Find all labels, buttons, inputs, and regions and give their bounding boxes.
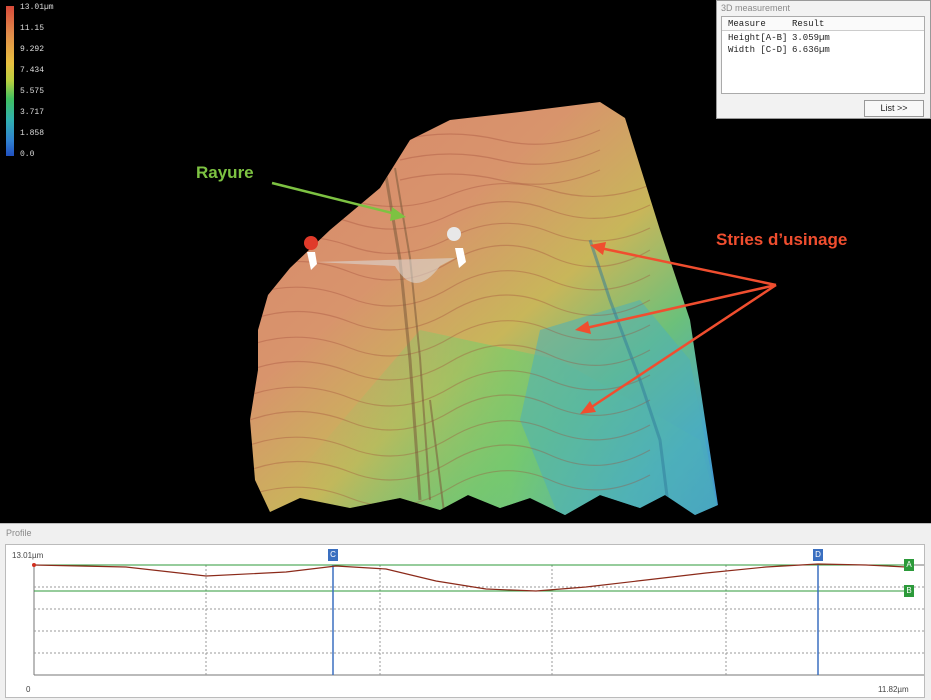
3d-viewport[interactable]: 13.01µm 11.15 9.292 7.434 5.575 3.717 1.… (0, 0, 931, 523)
panel-title: 3D measurement (721, 3, 791, 13)
row-measure[interactable]: Height[A-B] (728, 33, 787, 43)
header-result[interactable]: Result (792, 19, 824, 29)
marker-c[interactable]: C (328, 549, 338, 561)
y-max-label: 13.01µm (12, 551, 44, 560)
measurement-table: Measure Result Height[A-B] 3.059µm Width… (721, 16, 925, 94)
profile-graph (32, 563, 924, 676)
marker-d[interactable]: D (813, 549, 823, 561)
row-result[interactable]: 6.636µm (792, 45, 830, 55)
x-start-label: 0 (26, 685, 31, 694)
header-measure[interactable]: Measure (728, 19, 766, 29)
x-end-label: 11.82µm (878, 685, 909, 694)
marker-b[interactable]: B (904, 585, 914, 597)
row-result[interactable]: 3.059µm (792, 33, 830, 43)
stries-label: Stries d’usinage (716, 230, 848, 249)
rayure-label: Rayure (196, 163, 254, 182)
measure-point-b[interactable] (447, 227, 461, 241)
profile-panel: Profile 13.01µm 0 11.82µm C D A B (0, 523, 931, 700)
measure-point-a[interactable] (304, 236, 318, 250)
3d-measurement-panel: 3D measurement Measure Result Height[A-B… (716, 0, 931, 119)
marker-a[interactable]: A (904, 559, 914, 571)
profile-plot[interactable]: 13.01µm 0 11.82µm C D A B (5, 544, 925, 698)
row-measure[interactable]: Width [C-D] (728, 45, 787, 55)
table-header: Measure Result (722, 17, 924, 31)
list-button[interactable]: List >> (864, 100, 924, 117)
profile-title: Profile (6, 528, 32, 538)
